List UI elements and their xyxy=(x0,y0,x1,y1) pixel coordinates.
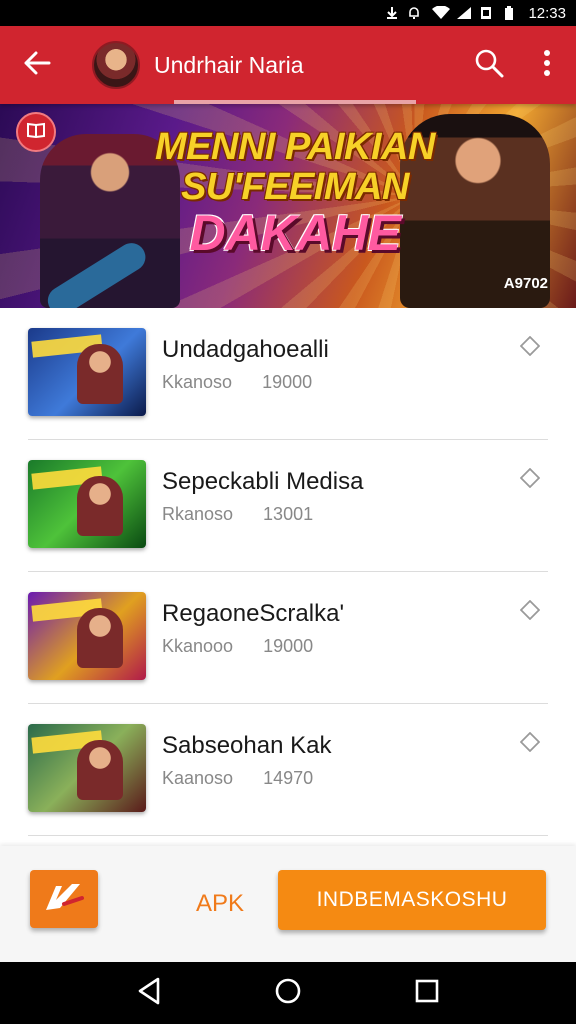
app-name: RegaoneScralka' xyxy=(162,600,345,627)
back-button[interactable] xyxy=(0,26,74,104)
thumb-figure xyxy=(77,608,123,668)
more-menu-button[interactable] xyxy=(518,26,576,104)
app-title: Undrhair Naria xyxy=(154,51,304,78)
app-publisher: Rkanoso xyxy=(162,504,234,524)
back-triangle-icon xyxy=(136,977,162,1010)
banner-headline-line1: MENNI PAIKIAN xyxy=(155,126,435,168)
thumb-figure xyxy=(77,476,123,536)
featured-banner[interactable]: MENNI PAIKIAN SU'FEEIMAN DAKAHE A9702 xyxy=(0,104,576,308)
primary-download-button[interactable]: INDBEMASKOSHU xyxy=(278,870,546,930)
app-publisher: Kaanoso xyxy=(162,768,234,788)
brand-logo-button[interactable] xyxy=(30,870,98,928)
banner-badge-button[interactable] xyxy=(16,112,56,152)
app-meta: Kkanooo 19000 xyxy=(162,636,313,657)
app-bar: Undrhair Naria xyxy=(0,26,576,104)
download-icon xyxy=(384,6,400,20)
banner-headline: MENNI PAIKIAN SU'FEEIMAN DAKAHE xyxy=(150,126,440,262)
app-thumbnail xyxy=(28,460,146,548)
app-meta: Kkanoso 19000 xyxy=(162,372,312,393)
list-item[interactable]: Undadgahoealli Kkanoso 19000 xyxy=(0,308,576,440)
diamond-outline-icon[interactable] xyxy=(519,599,541,621)
list-item[interactable] xyxy=(0,836,576,846)
wifi-icon xyxy=(432,6,451,20)
nav-back-button[interactable] xyxy=(129,973,169,1013)
signal-icon xyxy=(456,6,472,20)
diamond-outline-icon[interactable] xyxy=(519,335,541,357)
arrow-left-icon xyxy=(23,51,51,80)
app-name: Undadgahoealli xyxy=(162,336,329,363)
list-item[interactable]: Sabseohan Kak Kaanoso 14970 xyxy=(0,704,576,836)
app-count: 19000 xyxy=(262,372,313,392)
recents-square-icon xyxy=(414,978,440,1009)
thumb-figure xyxy=(77,344,123,404)
avatar[interactable] xyxy=(92,41,140,89)
notification-icon xyxy=(408,6,424,20)
app-name: Sabseohan Kak xyxy=(162,732,332,759)
status-time: 12:33 xyxy=(528,4,566,22)
apk-link[interactable]: APK xyxy=(196,890,244,918)
diamond-outline-icon[interactable] xyxy=(519,467,541,489)
app-meta: Kaanoso 14970 xyxy=(162,768,313,789)
app-thumbnail xyxy=(28,328,146,416)
app-list: Undadgahoealli Kkanoso 19000 Sepeckabli M… xyxy=(0,308,576,846)
app-publisher: Kkanoso xyxy=(162,372,233,392)
bottom-action-bar: APK INDBEMASKOSHU xyxy=(0,846,576,962)
search-button[interactable] xyxy=(460,26,518,104)
app-count: 19000 xyxy=(263,636,314,656)
banner-code: A9702 xyxy=(503,275,548,292)
app-publisher: Kkanooo xyxy=(162,636,234,656)
app-name: Sepeckabli Medisa xyxy=(162,468,364,495)
sim-icon xyxy=(480,6,496,20)
search-icon xyxy=(474,48,504,83)
list-item[interactable]: RegaoneScralka' Kkanooo 19000 xyxy=(0,572,576,704)
banner-headline-line2: SU'FEEIMAN xyxy=(181,165,409,208)
app-count: 13001 xyxy=(263,504,314,524)
banner-headline-line3: DAKAHE xyxy=(189,205,401,262)
battery-icon xyxy=(504,6,520,20)
app-thumbnail xyxy=(28,724,146,812)
app-thumbnail xyxy=(28,592,146,680)
app-count: 14970 xyxy=(263,768,314,788)
list-item[interactable]: Sepeckabli Medisa Rkanoso 13001 xyxy=(0,440,576,572)
nav-recents-button[interactable] xyxy=(407,973,447,1013)
app-meta: Rkanoso 13001 xyxy=(162,504,313,525)
tab-indicator xyxy=(174,100,416,104)
system-nav-bar xyxy=(0,962,576,1024)
thumb-figure xyxy=(77,740,123,800)
brand-logo-icon xyxy=(42,880,86,919)
book-icon xyxy=(26,122,46,143)
diamond-outline-icon[interactable] xyxy=(519,731,541,753)
nav-home-button[interactable] xyxy=(268,973,308,1013)
home-circle-icon xyxy=(274,977,302,1010)
more-vertical-icon xyxy=(543,49,551,81)
status-bar: 12:33 xyxy=(0,0,576,26)
